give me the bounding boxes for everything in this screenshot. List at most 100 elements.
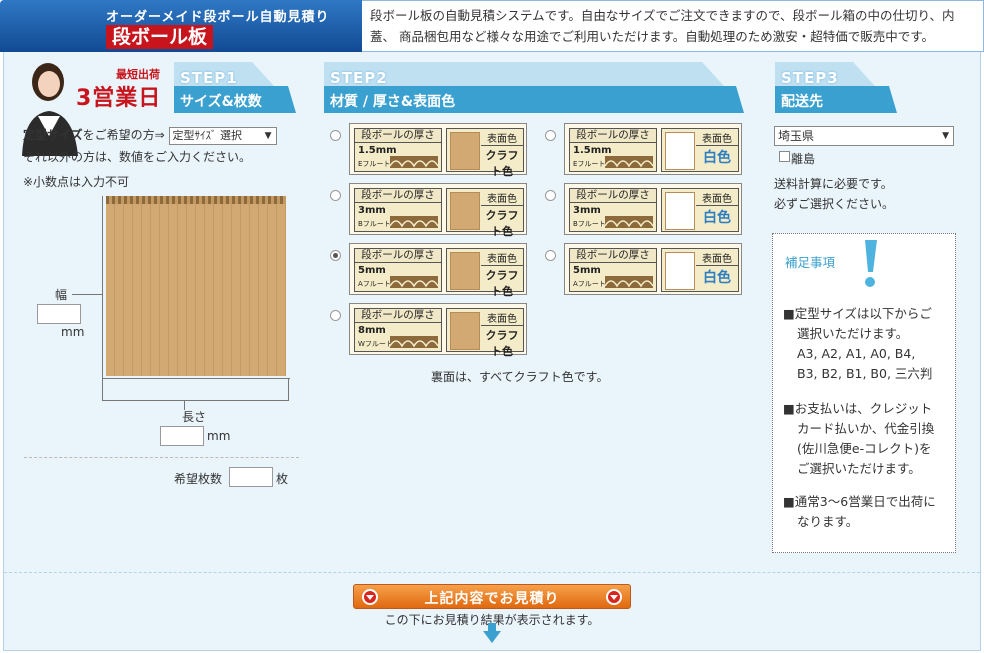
qty-label: 希望枚数 [174,472,223,486]
info-exclamation-icon [865,240,877,287]
thickness-option-card[interactable]: 段ボールの厚さ 3mm Bフルート 表面色 クラフト色 [349,183,527,238]
thickness-panel: 段ボールの厚さ 5mm Aフルート [569,248,657,292]
thickness-header: 段ボールの厚さ [570,189,656,203]
width-label: 幅 [55,288,68,302]
thickness-option-card[interactable]: 段ボールの厚さ 1.5mm Eフルート 表面色 白色 [564,123,742,175]
width-input[interactable] [37,304,81,324]
flute-type: Bフルート [573,220,606,228]
note-line: ■通常3～6営業日で出荷に [783,494,936,509]
step1-tag: STEP1 [180,69,238,87]
thickness-radio[interactable] [330,190,341,201]
flute-wave-icon [605,156,653,168]
other-size-text: それ以外の方は、数値をご入力ください。 [23,150,252,164]
step3-header: STEP3 配送先 [775,62,897,106]
thickness-header: 段ボールの厚さ [355,309,441,323]
color-name: 白色 [703,210,731,226]
length-label: 長さ [182,410,207,424]
thickness-option-card[interactable]: 段ボールの厚さ 3mm Bフルート 表面色 白色 [564,183,742,235]
thickness-radio[interactable] [545,190,556,201]
color-name: クラフト色 [485,149,519,178]
notes-title: 補足事項 [785,255,836,270]
thickness-mm: 3mm [573,205,601,216]
shortest-shipping-badge: 最短出荷 3営業日 [76,66,166,111]
color-header: 表面色 [696,250,738,266]
color-header: 表面色 [481,250,523,266]
thickness-panel: 段ボールの厚さ 3mm Bフルート [569,188,657,232]
step2-tag: STEP2 [330,69,388,87]
thickness-radio[interactable] [545,250,556,261]
flute-wave-icon [605,276,653,288]
color-name: クラフト色 [485,269,519,298]
color-panel: 表面色 クラフト色 [446,308,524,358]
back-note: 裏面は、すべてクラフト色です。 [431,370,609,384]
flute-wave-icon [390,156,438,168]
color-header: 表面色 [481,130,523,146]
width-unit: mm [61,325,85,339]
color-panel: 表面色 クラフト色 [446,248,524,298]
qty-input[interactable] [229,467,273,487]
note-line: なります。 [797,514,859,529]
decimal-note: ※小数点は入力不可 [23,175,130,189]
flute-type: Wフルート [358,340,393,348]
color-panel: 表面色 クラフト色 [446,128,524,178]
step3-tag: STEP3 [781,69,839,87]
thickness-mm: 5mm [358,265,386,276]
flute-type: Eフルート [358,160,391,168]
flute-wave-icon [390,276,438,288]
thickness-header: 段ボールの厚さ [355,129,441,143]
thickness-mm: 3mm [358,205,386,216]
note-line: 選択いただけます。 [797,326,909,341]
color-panel: 表面色 クラフト色 [446,188,524,238]
color-swatch [450,192,480,230]
color-swatch [450,252,480,290]
thickness-panel: 段ボールの厚さ 8mm Wフルート [354,308,442,352]
flute-wave-icon [390,336,438,348]
thickness-option-card[interactable]: 段ボールの厚さ 5mm Aフルート 表面色 白色 [564,243,742,295]
color-panel: 表面色 白色 [661,188,739,232]
flute-type: Aフルート [573,280,606,288]
color-panel: 表面色 白色 [661,248,739,292]
color-name: 白色 [703,150,731,166]
thickness-header: 段ボールの厚さ [570,129,656,143]
color-name: クラフト色 [485,329,519,358]
estimate-button[interactable]: 上記内容でお見積り [353,584,631,609]
std-size-label: 定型サイズ [23,128,83,142]
thickness-mm: 8mm [358,325,386,336]
shipping-note-1: 送料計算に必要です。 [774,177,893,191]
prefecture-select[interactable]: 埼玉県 ▼ [774,126,954,146]
note-line: ■お支払いは、クレジット [783,401,933,416]
board-illustration [106,196,286,376]
thickness-radio[interactable] [330,310,341,321]
step3-title: 配送先 [781,94,823,110]
color-header: 表面色 [481,190,523,206]
std-size-label-rest: をご希望の方⇒ [82,128,165,142]
length-unit: mm [207,429,231,443]
thickness-header: 段ボールの厚さ [355,189,441,203]
color-swatch [665,252,695,290]
std-size-row: 定型サイズをご希望の方⇒ 定型ｻｲｽﾞ 選択 ▼ [23,126,277,145]
island-checkbox[interactable] [779,151,790,162]
flute-type: Eフルート [573,160,606,168]
thickness-radio[interactable] [330,130,341,141]
shortest-days: 3営業日 [76,86,162,111]
step1-title: サイズ&枚数 [180,94,262,110]
shipping-note-2: 必ずご選択ください。 [774,197,895,211]
chevron-down-icon: ▼ [264,131,272,141]
std-size-select[interactable]: 定型ｻｲｽﾞ 選択 ▼ [168,127,277,145]
color-name: 白色 [703,270,731,286]
length-input[interactable] [160,426,204,446]
flute-wave-icon [390,216,438,228]
board-edge [106,196,286,204]
thickness-option-card[interactable]: 段ボールの厚さ 1.5mm Eフルート 表面色クラフト色 [349,123,527,178]
color-panel: 表面色 白色 [661,128,739,172]
thickness-option-card[interactable]: 段ボールの厚さ 5mm Aフルート 表面色 クラフト色 [349,243,527,298]
thickness-option-card[interactable]: 段ボールの厚さ 8mm Wフルート 表面色 クラフト色 [349,303,527,358]
flute-type: Bフルート [358,220,391,228]
thickness-radio[interactable] [330,250,341,261]
flute-wave-icon [605,216,653,228]
thickness-mm: 1.5mm [358,145,397,156]
down-arrow-icon [483,623,501,643]
thickness-panel: 段ボールの厚さ 5mm Aフルート [354,248,442,292]
thickness-radio[interactable] [545,130,556,141]
header-banner: オーダーメイド段ボール自動見積り 段ボール板 [0,0,362,52]
